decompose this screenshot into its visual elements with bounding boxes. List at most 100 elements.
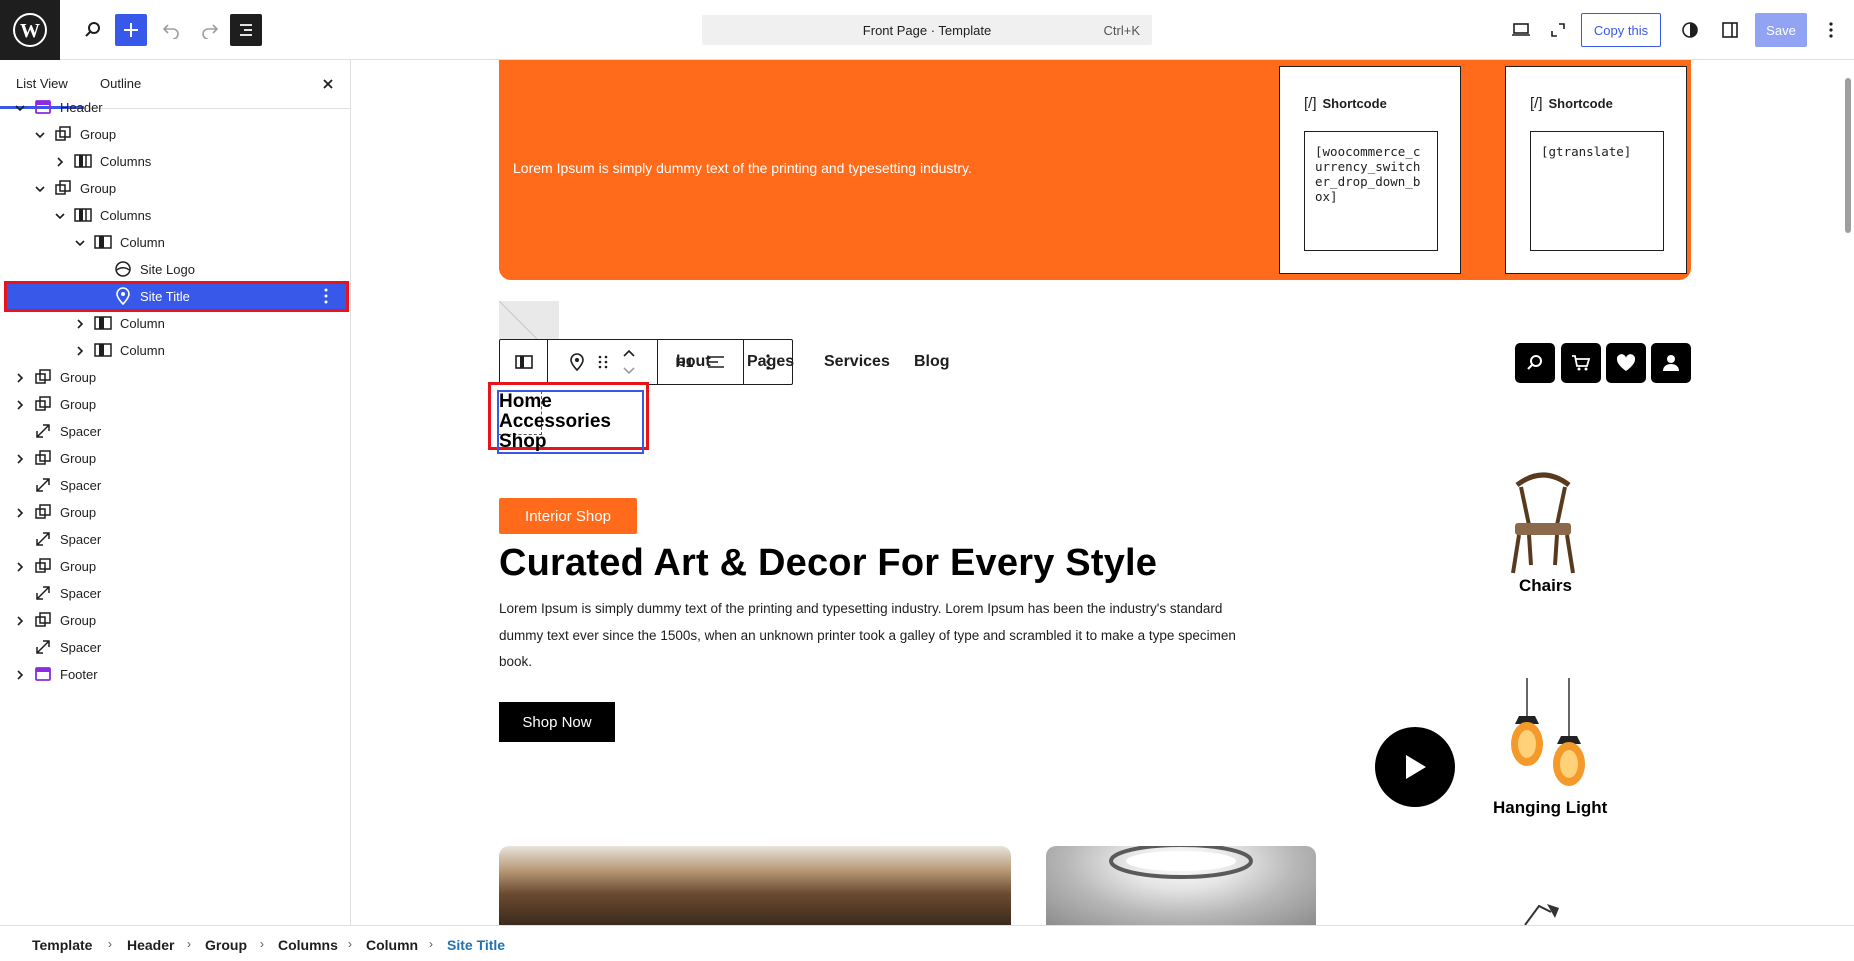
- options-menu-icon[interactable]: [1815, 14, 1847, 46]
- shortcode-block[interactable]: [/] Shortcode [woocommerce_currency_switc…: [1279, 66, 1461, 274]
- chevron-right-icon[interactable]: [74, 345, 86, 357]
- search-icon[interactable]: [77, 14, 109, 46]
- list-view-item[interactable]: Group: [6, 607, 347, 634]
- list-view-item-label: Group: [60, 613, 97, 628]
- chevron-right-icon[interactable]: [14, 615, 26, 627]
- nav-item-pages[interactable]: Pages: [747, 353, 794, 371]
- scrollbar-thumb[interactable]: [1845, 78, 1851, 233]
- desktop-preview-icon[interactable]: [1505, 14, 1537, 46]
- list-view-item[interactable]: Header: [6, 94, 347, 121]
- interior-shop-button[interactable]: Interior Shop: [499, 498, 637, 534]
- shortcode-block[interactable]: [/] Shortcode [gtranslate]: [1505, 66, 1687, 274]
- columns-icon: [74, 154, 92, 168]
- list-view-item[interactable]: Spacer: [6, 634, 347, 661]
- cart-icon[interactable]: [1561, 343, 1601, 383]
- undo-icon[interactable]: [155, 14, 187, 46]
- list-view-item[interactable]: Column: [6, 337, 347, 364]
- list-view-item[interactable]: Spacer: [6, 418, 347, 445]
- chevron-right-icon[interactable]: [14, 561, 26, 573]
- chevron-down-icon[interactable]: [34, 129, 46, 141]
- redo-icon[interactable]: [194, 14, 226, 46]
- settings-sidebar-icon[interactable]: [1714, 14, 1746, 46]
- list-view-item[interactable]: Group: [6, 553, 347, 580]
- group-icon: [35, 558, 51, 573]
- chevron-down-icon[interactable]: [74, 237, 86, 249]
- column-icon: [94, 235, 112, 249]
- chevron-down-icon[interactable]: [54, 210, 66, 222]
- add-block-button[interactable]: [115, 14, 147, 46]
- hero-paragraph[interactable]: Lorem Ipsum is simply dummy text of the …: [499, 596, 1239, 676]
- tab-list-view[interactable]: List View: [16, 76, 68, 91]
- columns-parent-icon[interactable]: [500, 340, 548, 384]
- breadcrumb-template[interactable]: Template: [32, 937, 92, 953]
- breadcrumb-columns[interactable]: Columns: [278, 937, 338, 953]
- nav-item-blog[interactable]: Blog: [914, 353, 950, 371]
- shop-now-button[interactable]: Shop Now: [499, 702, 615, 742]
- list-view-item[interactable]: Footer: [6, 661, 347, 688]
- list-view-item[interactable]: Column: [6, 229, 347, 256]
- list-view-item-label: Column: [120, 235, 165, 250]
- chevron-right-icon[interactable]: [74, 318, 86, 330]
- drag-handle-icon[interactable]: [598, 354, 608, 370]
- list-view-item-label: Site Logo: [140, 262, 195, 277]
- spacer-icon: [36, 478, 50, 492]
- spacer-icon: [36, 586, 50, 600]
- tab-outline[interactable]: Outline: [100, 76, 141, 91]
- chevron-down-icon[interactable]: [14, 102, 26, 114]
- document-overview-button[interactable]: [230, 14, 262, 46]
- copy-this-button[interactable]: Copy this: [1581, 13, 1661, 47]
- list-view-item[interactable]: Site Title: [4, 281, 349, 312]
- chevron-down-icon[interactable]: [34, 183, 46, 195]
- hero-heading[interactable]: Curated Art & Decor For Every Style: [499, 542, 1157, 585]
- chevron-right-icon[interactable]: [14, 372, 26, 384]
- list-view-item[interactable]: Group: [6, 499, 347, 526]
- editor-canvas[interactable]: Lorem Ipsum is simply dummy text of the …: [351, 60, 1854, 925]
- map-marker-icon: [116, 287, 130, 305]
- list-view-item-label: Column: [120, 316, 165, 331]
- group-icon: [35, 396, 51, 411]
- breadcrumb-group[interactable]: Group: [205, 937, 247, 953]
- user-icon[interactable]: [1651, 343, 1691, 383]
- list-view-item[interactable]: Columns: [6, 148, 347, 175]
- breadcrumb-column[interactable]: Column: [366, 937, 418, 953]
- heart-icon[interactable]: [1606, 343, 1646, 383]
- chevron-right-icon[interactable]: [14, 507, 26, 519]
- list-view-item[interactable]: Columns: [6, 202, 347, 229]
- search-icon[interactable]: [1515, 343, 1555, 383]
- site-title[interactable]: Home Accessories Shop: [497, 390, 644, 454]
- shortcode-textarea[interactable]: [woocommerce_currency_switcher_drop_down…: [1304, 131, 1438, 251]
- list-view-item[interactable]: Site Logo: [6, 256, 347, 283]
- play-video-icon[interactable]: [1375, 727, 1455, 807]
- columns-icon: [74, 208, 92, 222]
- list-view-item[interactable]: Column: [6, 310, 347, 337]
- list-view-item[interactable]: Spacer: [6, 472, 347, 499]
- close-icon[interactable]: [318, 74, 338, 94]
- shortcode-textarea[interactable]: [gtranslate]: [1530, 131, 1664, 251]
- canvas-scrollbar[interactable]: [1840, 60, 1854, 925]
- chevron-right-icon[interactable]: [14, 669, 26, 681]
- nav-item-about[interactable]: bout: [676, 353, 711, 371]
- breadcrumb-header[interactable]: Header: [127, 937, 174, 953]
- nav-item-services[interactable]: Services: [824, 353, 890, 371]
- list-view-item[interactable]: Spacer: [6, 526, 347, 553]
- move-up-down-icon[interactable]: [622, 347, 636, 377]
- list-view-item-label: Columns: [100, 208, 152, 223]
- group-icon: [35, 450, 51, 465]
- wordpress-logo-icon[interactable]: W: [0, 0, 60, 60]
- chevron-right-icon[interactable]: [14, 399, 26, 411]
- list-view-item[interactable]: Group: [6, 445, 347, 472]
- styles-contrast-icon[interactable]: [1674, 14, 1706, 46]
- options-icon[interactable]: [317, 287, 335, 305]
- list-view-item[interactable]: Group: [6, 175, 347, 202]
- save-button[interactable]: Save: [1755, 13, 1807, 47]
- chevron-right-icon[interactable]: [54, 156, 66, 168]
- list-view-item[interactable]: Group: [6, 391, 347, 418]
- list-view-item[interactable]: Group: [6, 121, 347, 148]
- map-marker-icon[interactable]: [569, 353, 584, 371]
- list-view-item[interactable]: Group: [6, 364, 347, 391]
- list-view-item[interactable]: Spacer: [6, 580, 347, 607]
- command-palette[interactable]: Front Page · Template Ctrl+K: [702, 15, 1152, 45]
- product-label-chairs: Chairs: [1519, 576, 1572, 595]
- chevron-right-icon[interactable]: [14, 453, 26, 465]
- fullscreen-icon[interactable]: [1542, 14, 1574, 46]
